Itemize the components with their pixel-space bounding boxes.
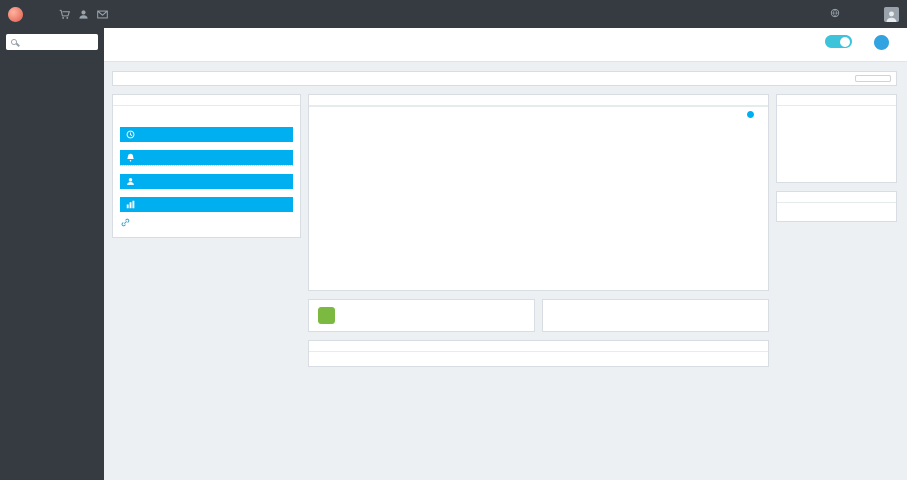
prestashop-logo[interactable] xyxy=(8,6,23,22)
notifications-header xyxy=(120,150,293,165)
news-article xyxy=(777,106,896,138)
bell-icon xyxy=(127,153,134,162)
mail-icon[interactable] xyxy=(97,10,108,19)
notification-stats xyxy=(120,165,293,166)
dashboard-panel xyxy=(308,94,769,291)
filter-toolbar xyxy=(112,71,897,86)
find-more-news-link[interactable] xyxy=(777,170,896,182)
panel-header xyxy=(309,95,768,106)
chart-legend[interactable] xyxy=(309,107,768,118)
prestashop-news-panel xyxy=(776,94,897,183)
page-header xyxy=(104,28,907,62)
customers-icon[interactable] xyxy=(78,9,89,20)
forecast-legend xyxy=(309,352,768,366)
header-controls xyxy=(825,33,891,52)
search-input[interactable] xyxy=(21,37,93,47)
demo-mode-control xyxy=(825,35,852,52)
panel-header xyxy=(777,192,896,203)
help-icon[interactable] xyxy=(874,35,889,50)
sidebar-search[interactable] xyxy=(6,34,98,50)
sidebar xyxy=(0,28,104,480)
topbar-left xyxy=(8,0,125,28)
traffic-header xyxy=(120,197,293,212)
search-icon xyxy=(11,39,17,45)
demo-mode-toggle[interactable] xyxy=(825,35,852,48)
globe-icon xyxy=(830,8,840,20)
panel-header xyxy=(113,95,300,106)
date-range-picker[interactable] xyxy=(855,75,891,82)
topbar xyxy=(0,0,907,28)
toggle-knob xyxy=(840,36,850,47)
panel-header xyxy=(309,341,768,352)
link-icon xyxy=(121,218,130,227)
sales-series-dot xyxy=(747,111,754,118)
sales-chart[interactable] xyxy=(313,118,764,286)
news-article xyxy=(777,138,896,170)
main-area xyxy=(104,28,907,480)
help-control xyxy=(874,35,889,52)
panel-header xyxy=(777,95,896,106)
customers-icon xyxy=(127,178,134,185)
module-promos xyxy=(308,299,769,332)
shopgate-logo xyxy=(318,307,335,324)
ebay-module-card xyxy=(542,299,769,332)
activity-overview-panel xyxy=(112,94,301,238)
customers-newsletters-header xyxy=(120,174,293,189)
currently-pending-header xyxy=(120,127,293,142)
cart-icon[interactable] xyxy=(59,9,70,20)
chart-container xyxy=(309,118,768,290)
user-avatar[interactable] xyxy=(884,6,899,22)
tips-of-the-day-panel xyxy=(776,191,897,222)
tips-heading-row xyxy=(777,203,896,211)
traffic-icon xyxy=(126,200,135,209)
forecast-panel xyxy=(308,340,769,367)
clock-icon xyxy=(126,130,135,139)
tips-body xyxy=(777,211,896,221)
sidebar-collapse-button[interactable] xyxy=(0,58,104,78)
shopgate-module-card xyxy=(308,299,535,332)
topbar-right xyxy=(830,6,899,22)
google-analytics-link[interactable] xyxy=(120,212,293,229)
content-area xyxy=(104,62,907,375)
marketplace-link[interactable] xyxy=(830,8,844,20)
